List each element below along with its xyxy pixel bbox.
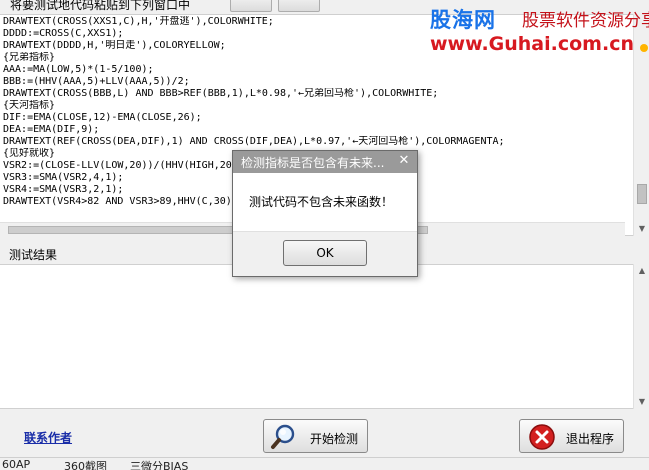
code-line: BBB:=(HHV(AAA,5)+LLV(AAA,5))/2; [3, 76, 190, 87]
scroll-down-arrow-icon[interactable]: ▼ [634, 222, 649, 236]
dialog-message: 测试代码不包含未来函数！ [249, 195, 394, 209]
results-vertical-scrollbar[interactable]: ▲ ▼ [633, 264, 649, 409]
watermark-logo: 股海网 股票软件资源分享 www.Guhai.com.cn [424, 0, 649, 58]
dialog-title: 检测指标是否包含有未来... [241, 156, 385, 170]
code-scroll-thumb[interactable] [637, 184, 647, 204]
dialog-titlebar[interactable]: 检测指标是否包含有未来... ✕ [233, 151, 417, 173]
code-line: AAA:=MA(LOW,5)*(1-5/100); [3, 64, 154, 75]
close-icon[interactable]: ✕ [396, 154, 412, 168]
ok-button[interactable]: OK [283, 240, 367, 266]
dialog-footer: OK [233, 231, 417, 276]
start-check-button[interactable]: 开始检测 [263, 419, 368, 453]
code-line: DRAWTEXT(REF(CROSS(DEA,DIF),1) AND CROSS… [3, 136, 505, 147]
taskbar-strip: 60AP 360截图 三微分BIAS [0, 457, 649, 470]
exit-program-label: 退出程序 [566, 432, 615, 446]
status-item[interactable]: 360截图 [64, 458, 107, 470]
code-line: DIF:=EMA(CLOSE,12)-EMA(CLOSE,26); [3, 112, 202, 123]
magnifier-icon [270, 423, 298, 451]
paste-instruction-label: 将要测试地代码粘贴到下列窗口中 [10, 0, 191, 12]
toolbar-button-2[interactable] [278, 0, 320, 12]
dialog-body: 测试代码不包含未来函数！ OK [233, 173, 417, 276]
code-line: DRAWTEXT(CROSS(BBB,L) AND BBB>REF(BBB,1)… [3, 88, 439, 99]
watermark-tagline: 股票软件资源分享 [522, 11, 649, 31]
toolbar-button-1[interactable] [230, 0, 272, 12]
start-check-label: 开始检测 [310, 432, 359, 446]
results-textbox[interactable] [0, 264, 641, 409]
stop-icon [528, 423, 556, 451]
status-item[interactable]: 60AP [2, 458, 30, 470]
watermark-url: www.Guhai.com.cn [430, 33, 634, 55]
watermark-dot-icon [640, 44, 648, 52]
scroll-down-arrow-icon[interactable]: ▼ [634, 395, 649, 409]
code-line: DEA:=EMA(DIF,9); [3, 124, 100, 135]
code-line: {天河指标} [3, 100, 56, 111]
scroll-up-arrow-icon[interactable]: ▲ [634, 264, 649, 278]
message-dialog: 检测指标是否包含有未来... ✕ 测试代码不包含未来函数！ OK [232, 150, 418, 277]
exit-program-button[interactable]: 退出程序 [519, 419, 624, 453]
contact-author-link[interactable]: 联系作者 [24, 429, 72, 446]
results-label: 测试结果 [9, 248, 58, 262]
status-item[interactable]: 三微分BIAS [130, 458, 188, 470]
watermark-brand: 股海网 [430, 8, 496, 32]
